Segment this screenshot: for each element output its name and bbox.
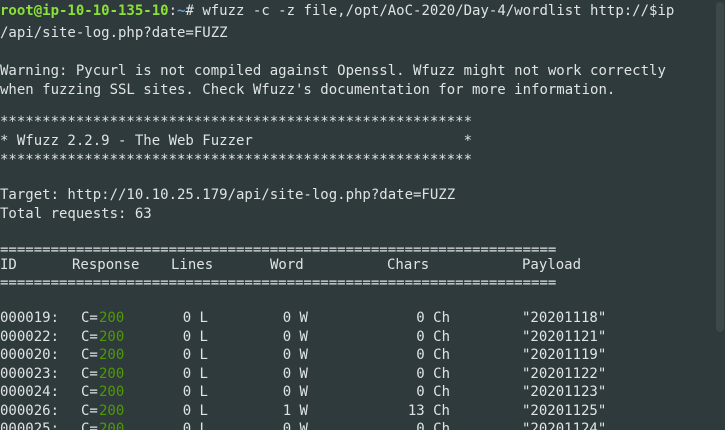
warning-line-2: when fuzzing SSL sites. Check Wfuzz's do…: [0, 82, 616, 98]
row-code-prefix: C=: [81, 421, 98, 430]
banner-stars-bottom: ****************************************…: [0, 152, 473, 168]
command-text: wfuzz -c -z file,/opt/AoC-2020/Day-4/wor…: [193, 3, 675, 19]
scrollbar[interactable]: [715, 0, 725, 430]
total-requests-line: Total requests: 63: [0, 206, 152, 222]
command-line-2: /api/site-log.php?date=FUZZ: [0, 25, 228, 41]
prompt-user-host: root@ip-10-10-135-10: [0, 3, 169, 19]
row-id: 000025:: [0, 421, 60, 430]
prompt-symbol: #: [185, 3, 194, 19]
row-lines: 0 L: [182, 421, 208, 430]
command-line-1: root@ip-10-10-135-10:~# wfuzz -c -z file…: [0, 0, 674, 22]
row-payload: "20201124": [522, 421, 607, 430]
scrollbar-thumb[interactable]: [716, 2, 724, 332]
row-words: 0 W: [282, 421, 308, 430]
row-code: 200: [99, 421, 125, 430]
terminal-output[interactable]: root@ip-10-10-135-10:~# wfuzz -c -z file…: [0, 0, 725, 430]
row-chars: 0 Ch: [416, 421, 450, 430]
table-row: 000025: C= 200 0 L 0 W 0 Ch "20201124": [0, 418, 725, 430]
prompt-separator: :: [168, 3, 178, 19]
table-rule-bottom: ========================================…: [0, 275, 557, 291]
